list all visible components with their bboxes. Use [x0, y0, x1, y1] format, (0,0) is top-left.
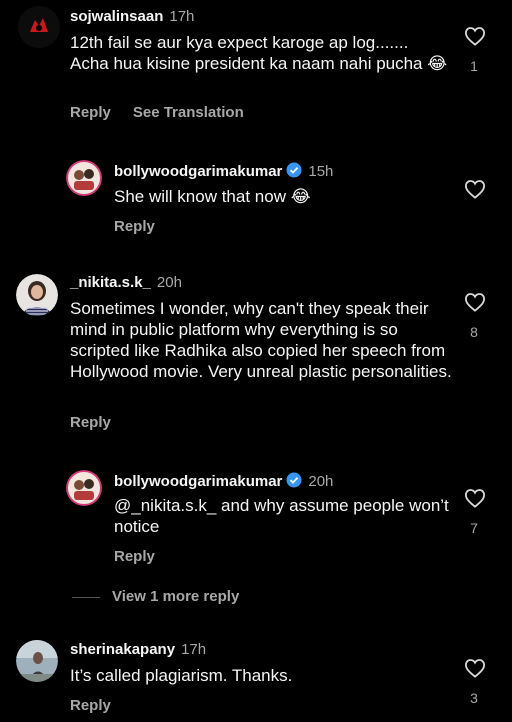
like-count: 8 [470, 324, 478, 340]
divider [72, 596, 100, 598]
avatar[interactable] [16, 274, 58, 316]
see-translation-button[interactable]: See Translation [133, 104, 244, 121]
view-more-label: View 1 more reply [112, 588, 240, 605]
comment-username[interactable]: sherinakapany 17h [70, 641, 206, 658]
avatar[interactable] [16, 640, 58, 682]
heart-outline-icon[interactable] [464, 658, 486, 678]
heart-outline-icon[interactable] [464, 179, 486, 199]
view-more-replies-button[interactable]: View 1 more reply [72, 588, 239, 605]
like-count: 7 [470, 520, 478, 536]
heart-outline-icon[interactable] [464, 488, 486, 508]
like-count: 1 [470, 58, 478, 74]
reply-button[interactable]: Reply [70, 414, 111, 431]
comment-text: She will know that now 😂 [114, 187, 311, 206]
comment-text: It’s called plagiarism. Thanks. [70, 666, 293, 685]
comment-text: 12th fail se aur kya expect karoge ap lo… [70, 33, 448, 73]
avatar[interactable] [18, 6, 60, 48]
comment-timestamp: 15h [308, 163, 334, 180]
comment-timestamp: 17h [181, 641, 207, 658]
heart-outline-icon[interactable] [464, 26, 486, 46]
comment-text: Sometimes I wonder, why can't they speak… [70, 299, 452, 381]
heart-outline-icon[interactable] [464, 292, 486, 312]
comment-timestamp: 20h [308, 473, 334, 490]
comment-username[interactable]: sojwalinsaan 17h [70, 8, 194, 25]
comment-username[interactable]: bollywoodgarimakumar 15h [114, 162, 333, 180]
avatar[interactable] [66, 160, 102, 196]
reply-button[interactable]: Reply [70, 104, 111, 121]
comment-username[interactable]: bollywoodgarimakumar 20h [114, 472, 333, 490]
reply-button[interactable]: Reply [114, 218, 155, 235]
comment-timestamp: 20h [156, 274, 182, 291]
verified-badge-icon [286, 472, 302, 488]
comment-text: @_nikita.s.k_ and why assume people won’… [114, 496, 449, 536]
comment-username[interactable]: _nikita.s.k_ 20h [70, 274, 182, 291]
reply-button[interactable]: Reply [114, 548, 155, 565]
avatar[interactable] [66, 470, 102, 506]
verified-badge-icon [286, 162, 302, 178]
comment-timestamp: 17h [169, 8, 195, 25]
like-count: 3 [470, 690, 478, 706]
reply-button[interactable]: Reply [70, 697, 111, 714]
